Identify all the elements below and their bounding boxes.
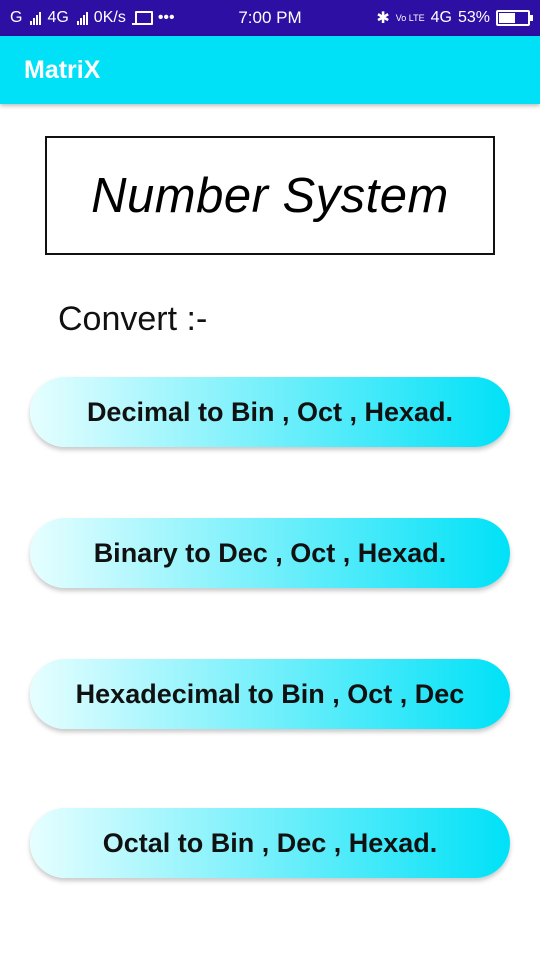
decimal-convert-button[interactable]: Decimal to Bin , Oct , Hexad. (30, 377, 510, 447)
carrier2-label: 4G (47, 9, 69, 26)
signal-icon-2 (76, 11, 88, 25)
laptop-icon (131, 11, 153, 25)
net-speed: 0K/s (93, 9, 126, 26)
carrier1-label: G (10, 9, 23, 26)
hexadecimal-convert-button[interactable]: Hexadecimal to Bin , Oct , Dec (30, 659, 510, 729)
binary-convert-button[interactable]: Binary to Dec , Oct , Hexad. (30, 518, 510, 588)
battery-percent: 53% (457, 9, 490, 26)
bluetooth-icon: ✱ (376, 10, 390, 27)
status-bar: G 4G 0K/s ••• 7:00 PM ✱ Vo LTE 4G 53% (0, 0, 540, 36)
status-right: ✱ Vo LTE 4G 53% (376, 8, 533, 28)
app-title: MatriX (24, 55, 101, 84)
status-time: 7:00 PM (238, 8, 302, 27)
app-bar: MatriX (0, 36, 540, 104)
more-icon: ••• (157, 9, 175, 26)
signal-icon (30, 11, 42, 25)
status-left: G 4G 0K/s ••• (10, 9, 175, 27)
battery-fill (499, 13, 515, 23)
convert-label: Convert :- (58, 300, 208, 338)
network-label: 4G (430, 9, 452, 26)
volte-label: Vo LTE (395, 12, 425, 23)
title-box: Number System (45, 136, 495, 255)
battery-icon (496, 10, 533, 26)
octal-convert-button[interactable]: Octal to Bin , Dec , Hexad. (30, 808, 510, 878)
page-title: Number System (91, 168, 449, 223)
